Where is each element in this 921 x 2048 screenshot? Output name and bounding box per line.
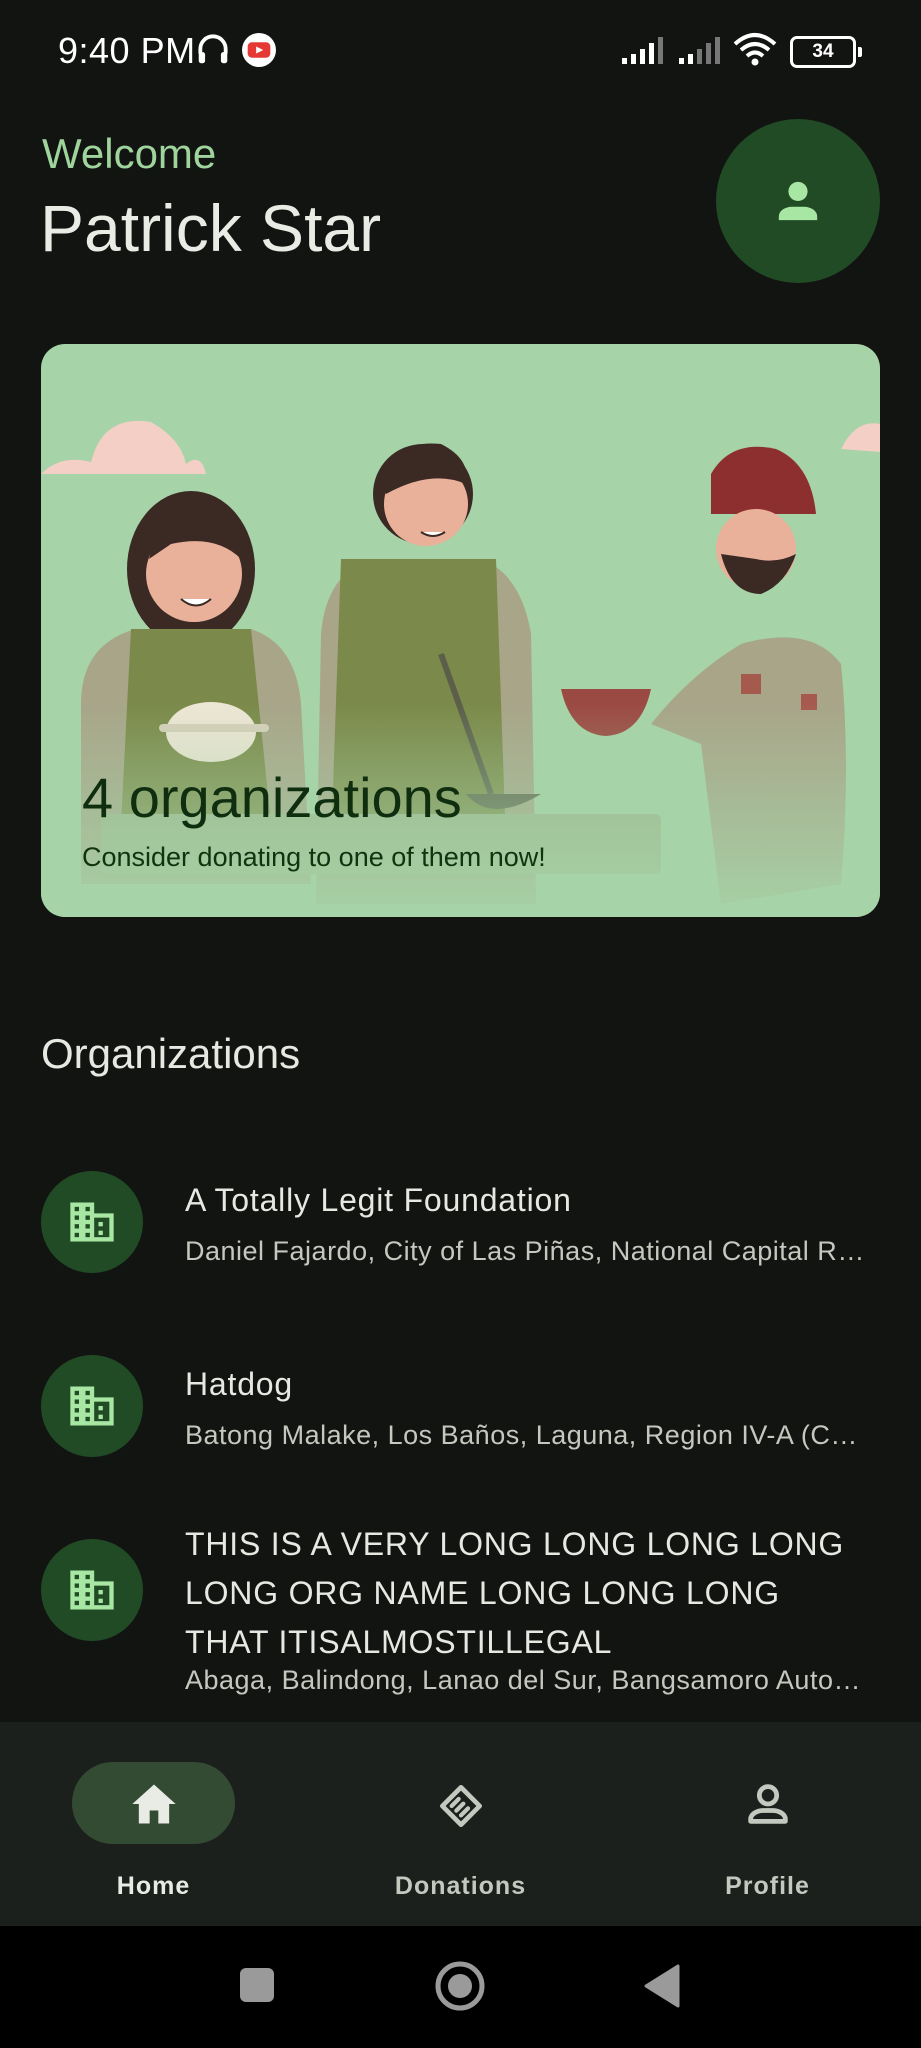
person-icon: [778, 181, 818, 221]
home-icon: [131, 1784, 176, 1824]
organizations-count: 4 organizations: [82, 766, 462, 829]
status-time: 9:40 PM: [58, 30, 196, 71]
youtube-icon: [242, 33, 276, 67]
recents-icon[interactable]: [238, 1966, 276, 2004]
back-icon[interactable]: [642, 1964, 682, 2008]
org-name: THIS IS A VERY LONG LONG LONG LONG LONG …: [185, 1526, 845, 1660]
signal-icon: [622, 37, 663, 64]
org-address: Batong Malake, Los Baños, Laguna, Region…: [185, 1420, 865, 1450]
nav-label-donations: Donations: [394, 1872, 527, 1900]
organizations-banner[interactable]: [41, 344, 880, 917]
org-address: Abaga, Balindong, Lanao del Sur, Bangsam…: [185, 1665, 865, 1695]
building-icon: [70, 1202, 114, 1242]
battery-icon: 34: [790, 36, 862, 68]
org-name: A Totally Legit Foundation: [185, 1182, 572, 1218]
banner-subtitle: Consider donating to one of them now!: [82, 842, 546, 872]
building-icon: [70, 1386, 114, 1426]
welcome-label: Welcome: [42, 130, 217, 177]
org-icon-container: [41, 1171, 143, 1273]
system-navigation-bar: [0, 1926, 921, 2048]
bottom-navigation: Home Donations Profile: [0, 1722, 921, 1926]
profile-avatar-button[interactable]: [716, 119, 880, 283]
org-address: Daniel Fajardo, City of Las Piñas, Natio…: [185, 1236, 865, 1266]
nav-donations[interactable]: Donations: [307, 1722, 614, 1926]
signal-icon: [679, 37, 720, 64]
organizations-heading: Organizations: [41, 1030, 301, 1077]
person-outline-icon: [747, 1784, 788, 1824]
handshake-icon: [439, 1785, 482, 1827]
home-circle-icon[interactable]: [434, 1960, 486, 2012]
donation-illustration: [41, 420, 880, 917]
headphones-icon: [198, 34, 228, 64]
nav-home[interactable]: Home: [0, 1722, 307, 1926]
nav-label-profile: Profile: [725, 1872, 810, 1900]
org-name: Hatdog: [185, 1366, 293, 1402]
org-icon-container: [41, 1539, 143, 1641]
building-icon: [70, 1570, 114, 1610]
nav-profile[interactable]: Profile: [614, 1722, 921, 1926]
org-icon-container: [41, 1355, 143, 1457]
wifi-icon: [733, 33, 777, 66]
nav-label-home: Home: [116, 1872, 191, 1900]
status-bar: 9:40 PM 34: [0, 0, 921, 100]
user-name: Patrick Star: [40, 191, 382, 265]
